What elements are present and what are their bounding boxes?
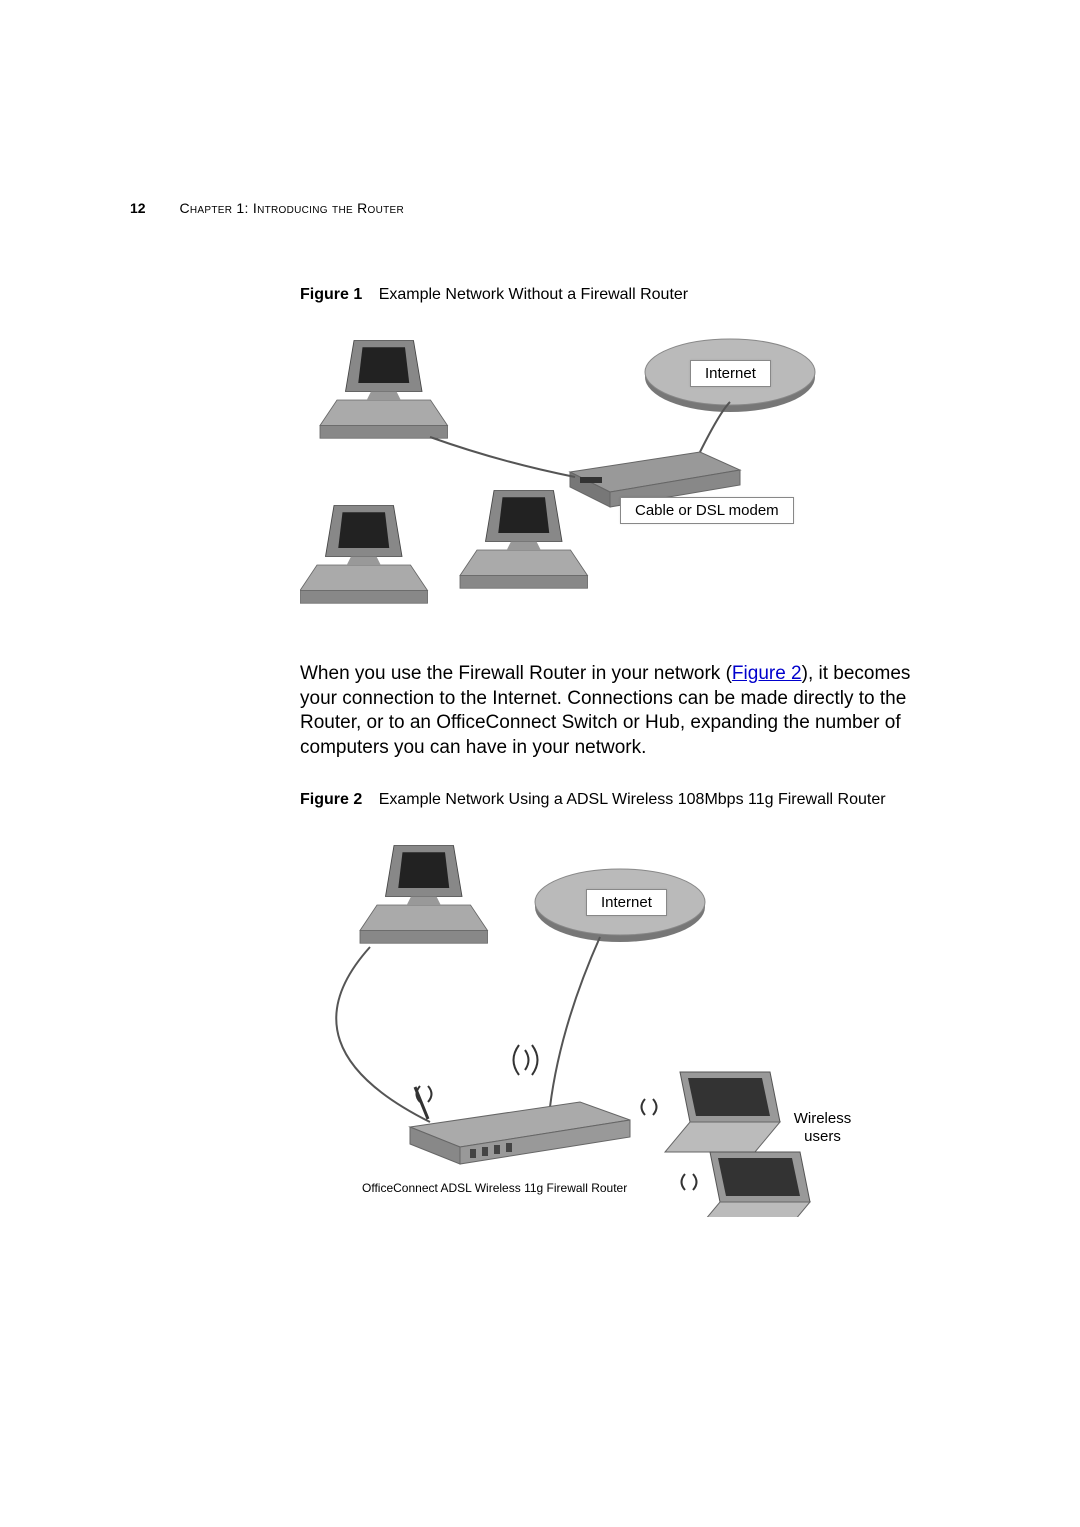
page-header: 12 Chapter 1: Introducing the Router bbox=[130, 200, 960, 216]
figure2-image: Internet Wireless users OfficeConnect AD… bbox=[300, 827, 860, 1227]
figure2-wireless-label: Wireless users bbox=[785, 1110, 860, 1146]
chapter-title: Chapter 1: Introducing the Router bbox=[179, 200, 404, 216]
page-number: 12 bbox=[130, 200, 146, 216]
figure2-router-label: OfficeConnect ADSL Wireless 11g Firewall… bbox=[362, 1181, 627, 1195]
figure1-image: Internet Cable or DSL modem bbox=[300, 322, 860, 622]
figure2-caption-text: Example Network Using a ADSL Wireless 10… bbox=[379, 791, 886, 808]
figure1-modem-label: Cable or DSL modem bbox=[620, 497, 794, 524]
body-paragraph: When you use the Firewall Router in your… bbox=[300, 662, 920, 761]
figure2-internet-label: Internet bbox=[586, 889, 667, 916]
figure1-caption-text: Example Network Without a Firewall Route… bbox=[379, 286, 688, 303]
figure2-link[interactable]: Figure 2 bbox=[732, 663, 802, 684]
figure1-label: Figure 1 bbox=[300, 286, 362, 303]
figure2-caption: Figure 2 Example Network Using a ADSL Wi… bbox=[300, 791, 920, 809]
para-text-before: When you use the Firewall Router in your… bbox=[300, 663, 732, 684]
figure1-caption: Figure 1 Example Network Without a Firew… bbox=[300, 286, 920, 304]
figure1-internet-label: Internet bbox=[690, 360, 771, 387]
figure2-label: Figure 2 bbox=[300, 791, 362, 808]
